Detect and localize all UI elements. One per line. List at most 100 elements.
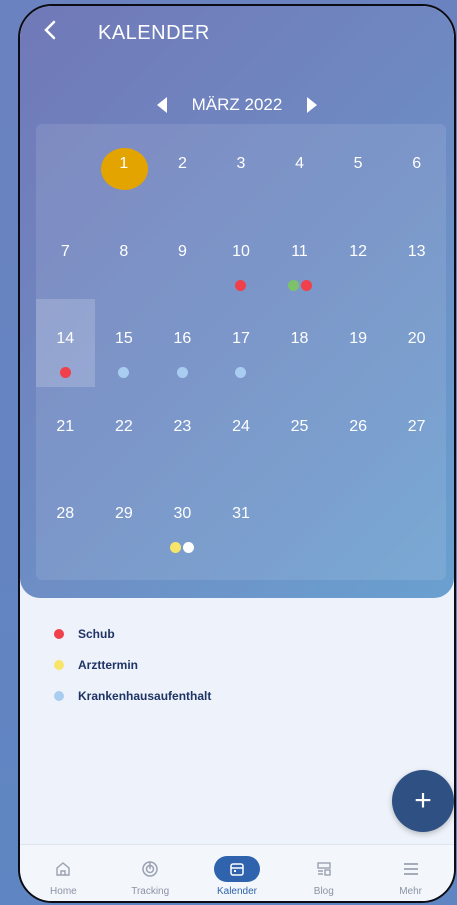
day-cell-2[interactable]: 2 (153, 124, 212, 212)
day-cell-14[interactable]: 14 (36, 299, 95, 387)
event-dot (118, 367, 130, 378)
day-cell-10[interactable]: 10 (212, 212, 271, 300)
month-navigation: MÄRZ 2022 (20, 92, 454, 118)
home-icon (40, 856, 86, 882)
day-cell-24[interactable]: 24 (212, 387, 271, 475)
triangle-right-icon (307, 97, 318, 113)
day-number: 4 (295, 155, 304, 172)
day-cell-29[interactable]: 29 (95, 474, 154, 562)
day-cell-18[interactable]: 18 (270, 299, 329, 387)
day-number: 9 (177, 242, 187, 260)
day-cell-16[interactable]: 16 (153, 299, 212, 387)
event-dots (153, 542, 212, 553)
legend-label: Schub (78, 626, 115, 641)
day-cell-28[interactable]: 28 (36, 474, 95, 562)
tab-label: Blog (313, 886, 334, 897)
day-cell-23[interactable]: 23 (153, 387, 212, 475)
next-month-button[interactable] (300, 92, 324, 118)
day-cell-8[interactable]: 8 (95, 212, 154, 300)
legend-item: Arzttermin (54, 649, 211, 680)
bottom-tab-bar: Home Tracking Kalender Blog Mehr (20, 844, 454, 901)
add-entry-button[interactable]: + (392, 770, 454, 832)
event-dot (170, 542, 182, 553)
day-cell-9[interactable]: 9 (153, 212, 212, 300)
day-number: 8 (119, 242, 129, 260)
legend: Schub Arzttermin Krankenhausaufenthalt (54, 618, 211, 711)
tab-kalender[interactable]: Kalender (194, 845, 281, 901)
tab-tracking[interactable]: Tracking (107, 845, 194, 901)
day-number: 18 (290, 330, 309, 347)
day-cell-22[interactable]: 22 (95, 387, 154, 475)
event-dots (212, 279, 271, 291)
day-number: 19 (349, 330, 367, 347)
day-number: 7 (60, 242, 70, 260)
day-number: 15 (114, 330, 133, 347)
menu-icon (388, 856, 434, 882)
day-number: 25 (290, 417, 309, 435)
day-number: 28 (56, 505, 75, 522)
day-cell-1[interactable]: 1 (95, 124, 154, 212)
day-cell-11[interactable]: 11 (270, 212, 329, 300)
day-cell-17[interactable]: 17 (212, 299, 271, 387)
day-number: 2 (177, 155, 187, 172)
day-number: 1 (119, 155, 129, 172)
back-button[interactable] (40, 19, 70, 49)
blog-icon (301, 856, 347, 882)
day-number: 16 (173, 330, 192, 347)
day-cell-27[interactable]: 27 (387, 387, 446, 475)
event-dots (95, 367, 154, 378)
month-label: MÄRZ 2022 (191, 95, 283, 114)
day-cell-12[interactable]: 12 (329, 212, 388, 300)
day-cell-19[interactable]: 19 (329, 299, 388, 387)
day-cell-3[interactable]: 3 (212, 124, 271, 212)
event-dots (270, 279, 329, 291)
day-number: 10 (232, 242, 250, 260)
day-cell-15[interactable]: 15 (95, 299, 154, 387)
tab-label: Tracking (131, 886, 170, 897)
calendar-icon (213, 856, 260, 882)
event-dots (36, 367, 95, 378)
legend-item: Schub (54, 618, 211, 649)
tab-mehr[interactable]: Mehr (367, 845, 454, 901)
day-cell-31[interactable]: 31 (212, 474, 271, 562)
day-cell-25[interactable]: 25 (270, 387, 329, 475)
day-cell-26[interactable]: 26 (329, 387, 388, 475)
tab-label: Kalender (216, 886, 257, 897)
calendar-header-panel: KALENDER MÄRZ 2022 1 2 3 4 5 6 7 8 9 10 11 12 13 14 15… (20, 6, 454, 598)
day-number: 12 (349, 242, 367, 260)
day-cell-21[interactable]: 21 (36, 387, 95, 475)
day-number: 30 (173, 505, 192, 522)
event-dots (212, 367, 271, 378)
event-dot (235, 279, 247, 291)
day-cell-13[interactable]: 13 (387, 212, 446, 300)
legend-dot (54, 628, 64, 639)
day-cell-4[interactable]: 4 (270, 124, 329, 212)
day-cell-30[interactable]: 30 (153, 474, 212, 562)
legend-dot (54, 659, 64, 670)
prev-month-button[interactable] (150, 92, 174, 118)
day-cell-6[interactable]: 6 (387, 124, 446, 212)
day-cell-5[interactable]: 5 (329, 124, 388, 212)
empty-day-cell (36, 124, 95, 212)
event-dot (176, 367, 188, 378)
plus-icon: + (414, 784, 432, 817)
event-dot (183, 542, 195, 553)
tab-home[interactable]: Home (20, 845, 107, 901)
legend-label: Arzttermin (78, 657, 139, 672)
triangle-left-icon (156, 97, 167, 113)
event-dot (235, 367, 247, 378)
tab-blog[interactable]: Blog (280, 845, 367, 901)
day-cell-20[interactable]: 20 (387, 299, 446, 387)
day-cell-7[interactable]: 7 (36, 212, 95, 300)
event-dot (287, 279, 299, 291)
day-number: 11 (291, 242, 308, 260)
legend-dot (54, 690, 64, 701)
day-number: 3 (236, 155, 246, 172)
tab-label: Mehr (399, 886, 422, 897)
calendar-grid: 1 2 3 4 5 6 7 8 9 10 11 12 13 14 15 16 17 18 19 20 21 22 23 24 2… (36, 124, 446, 562)
day-number: 27 (407, 417, 426, 435)
day-number: 23 (173, 417, 192, 435)
day-number: 14 (56, 330, 75, 347)
event-dot (300, 279, 312, 291)
tracking-icon (127, 856, 173, 882)
